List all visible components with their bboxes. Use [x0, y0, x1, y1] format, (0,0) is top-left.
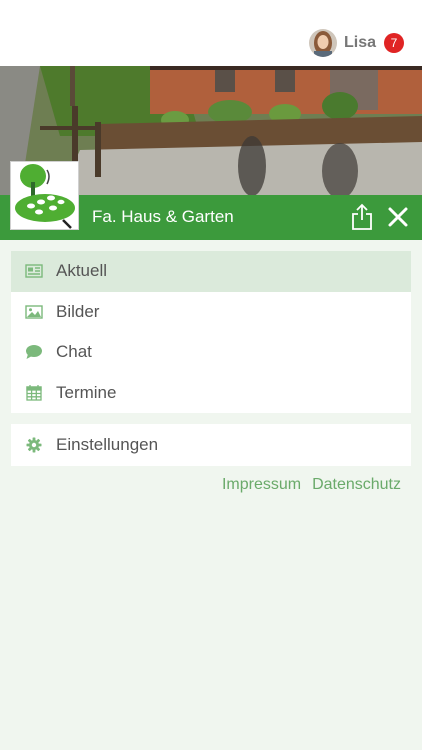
menu-item-label: Chat: [56, 342, 92, 362]
newspaper-icon: [25, 262, 43, 280]
group-logo: [10, 161, 79, 230]
notification-badge[interactable]: 7: [384, 33, 404, 53]
datenschutz-link[interactable]: Datenschutz: [312, 476, 401, 494]
top-bar: Lisa 7: [0, 0, 422, 66]
close-icon: [388, 207, 408, 227]
menu-item-label: Bilder: [56, 301, 100, 321]
close-button[interactable]: [386, 205, 410, 229]
settings-section: Einstellungen: [11, 424, 411, 466]
menu-item-label: Einstellungen: [56, 435, 159, 454]
chat-bubble-icon: [25, 343, 43, 361]
menu-item-bilder[interactable]: Bilder: [11, 292, 411, 333]
avatar[interactable]: [308, 29, 337, 57]
gear-icon: [25, 436, 43, 454]
menu-item-chat[interactable]: Chat: [11, 332, 411, 373]
menu-item-einstellungen[interactable]: Einstellungen: [11, 424, 411, 466]
calendar-icon: [25, 384, 43, 402]
image-icon: [25, 303, 43, 321]
menu-item-termine[interactable]: Termine: [11, 373, 411, 414]
user-profile[interactable]: Lisa 7: [308, 29, 404, 57]
footer-links: Impressum Datenschutz: [222, 476, 401, 494]
menu-item-label: Aktuell: [56, 261, 108, 281]
group-title: Fa. Haus & Garten: [92, 207, 234, 226]
user-name: Lisa: [343, 34, 376, 51]
menu-item-aktuell[interactable]: Aktuell: [11, 251, 411, 292]
navigation-menu: Aktuell Bilder Chat Termine: [11, 251, 411, 413]
menu-item-label: Termine: [56, 382, 117, 402]
share-button[interactable]: [350, 203, 374, 231]
impressum-link[interactable]: Impressum: [222, 476, 301, 494]
share-icon: [352, 203, 372, 230]
